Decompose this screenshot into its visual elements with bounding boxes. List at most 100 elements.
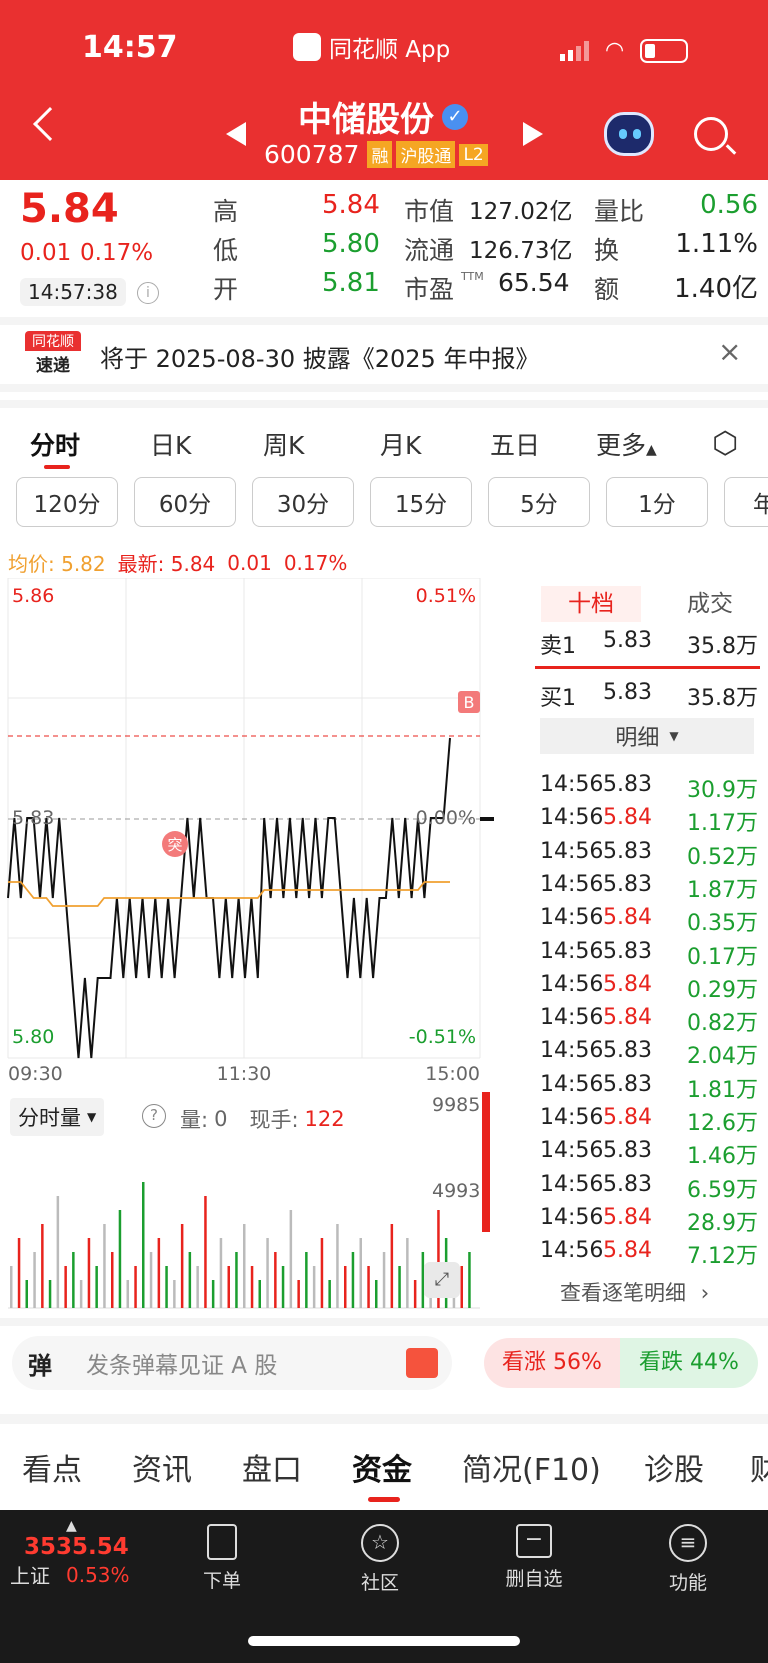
gift-icon[interactable]: [406, 1348, 438, 1378]
volume-bar: [336, 1224, 339, 1308]
price-chart[interactable]: 5.86 5.83 5.80 0.51% 0.00% -0.51% B 突 09…: [0, 578, 536, 1088]
tab-f10[interactable]: 简况(F10): [462, 1445, 601, 1489]
tab-daily-k[interactable]: 日K: [150, 426, 191, 462]
tab-diagnosis[interactable]: 诊股: [644, 1445, 704, 1489]
barrage-bar: 弹 发条弹幕见证 A 股 看涨 56% 看跌 44%: [0, 1318, 768, 1414]
breakout-marker[interactable]: 突: [162, 831, 188, 857]
search-icon[interactable]: [694, 117, 737, 155]
tab-finance[interactable]: 财: [750, 1445, 768, 1489]
wifi-icon: ◠: [605, 38, 625, 63]
pill-30min[interactable]: 30分: [252, 477, 354, 527]
trade-row: 14:56 5.83 30.9万: [540, 772, 758, 803]
next-stock-icon[interactable]: [523, 122, 543, 146]
pe-label: 市盈: [404, 275, 455, 304]
stock-name: 中储股份: [298, 100, 434, 140]
robot-assistant-icon[interactable]: [604, 112, 654, 156]
pill-5min[interactable]: 5分: [488, 477, 590, 527]
tab-monthly-k[interactable]: 月K: [380, 426, 421, 462]
tab-more[interactable]: 更多▲: [596, 426, 657, 462]
volume-ratio-value: 0.56: [700, 190, 758, 220]
tab-order-book[interactable]: 盘口: [242, 1445, 302, 1489]
volume-bar: [41, 1224, 44, 1308]
tab-highlights[interactable]: 看点: [22, 1445, 82, 1489]
nav-remove-watchlist[interactable]: − 删自选: [474, 1510, 594, 1591]
tab-ten-levels[interactable]: 十档: [541, 586, 641, 622]
trade-row: 14:56 5.84 0.82万: [540, 1005, 758, 1037]
volume-bar: [87, 1238, 91, 1308]
volume-bar: [274, 1252, 277, 1308]
document-icon: [207, 1524, 237, 1560]
volume-bar: [406, 1238, 409, 1308]
pill-60min[interactable]: 60分: [134, 477, 236, 527]
trade-row: 14:56 5.83 6.59万: [540, 1171, 758, 1203]
volume-bar: [398, 1266, 401, 1308]
volume-bar: [258, 1280, 261, 1308]
volume-bar: [196, 1266, 199, 1308]
latest-change: 0.01: [227, 550, 272, 575]
detail-dropdown[interactable]: 明细 ▼: [540, 718, 754, 754]
view-all-trades[interactable]: 查看逐笔明细 ›: [560, 1277, 709, 1307]
app-label: 同花顺 App: [293, 30, 450, 64]
settings-hex-icon[interactable]: ⬡: [712, 426, 738, 461]
tab-weekly-k[interactable]: 周K: [263, 426, 304, 462]
volume-bar: [48, 1280, 52, 1308]
trade-row: 14:56 5.84 1.17万: [540, 805, 758, 837]
volume-bar: [219, 1238, 223, 1308]
stock-title: 中储股份 ✓: [298, 92, 468, 141]
volume-bar: [25, 1280, 28, 1308]
mcap-label: 市值: [404, 197, 455, 226]
float-value: 126.73亿: [469, 238, 573, 264]
tab-news[interactable]: 资讯: [132, 1445, 192, 1489]
volume-bar: [149, 1252, 153, 1308]
buy-marker[interactable]: B: [458, 691, 480, 713]
barrage-input[interactable]: 弹 发条弹幕见证 A 股: [12, 1336, 452, 1390]
app-icon: [293, 33, 321, 61]
expand-icon[interactable]: ⤢: [424, 1262, 460, 1298]
pill-120min[interactable]: 120分: [16, 477, 118, 527]
volume-bar: [266, 1238, 269, 1308]
volume-bar: [351, 1252, 355, 1308]
pill-15min[interactable]: 15分: [370, 477, 472, 527]
trade-row: 14:56 5.84 12.6万: [540, 1105, 758, 1136]
nav-order[interactable]: 下单: [162, 1510, 282, 1593]
nav-community[interactable]: ☆ 社区: [320, 1510, 440, 1595]
volume-bar: [33, 1252, 36, 1308]
tab-five-day[interactable]: 五日: [490, 426, 540, 462]
volume-bar: [142, 1182, 145, 1308]
pill-1min[interactable]: 1分: [606, 477, 708, 527]
tag-l2: L2: [459, 143, 488, 166]
quote-panel: 5.84 0.01 0.17% 14:57:38 i 高 5.84 低 5.80…: [0, 180, 768, 317]
info-icon[interactable]: i: [137, 282, 159, 304]
tab-capital[interactable]: 资金: [352, 1445, 412, 1489]
amount-value: 1.40亿: [674, 274, 758, 304]
tab-intraday[interactable]: 分时: [30, 426, 80, 462]
close-icon[interactable]: ×: [718, 335, 741, 368]
bullish-button[interactable]: 看涨 56%: [484, 1338, 620, 1388]
barrage-icon: 弹: [28, 1351, 52, 1380]
news-logo: 同花顺 速递: [25, 331, 81, 376]
high-value: 5.84: [322, 190, 380, 220]
trade-row: 14:56 5.83 1.46万: [540, 1138, 758, 1170]
y-tick-low: 5.80: [12, 1026, 54, 1048]
nav-functions[interactable]: ≡ 功能: [628, 1510, 748, 1595]
pill-year[interactable]: 年: [724, 477, 768, 527]
tab-deals[interactable]: 成交: [665, 586, 755, 622]
mcap-value: 127.02亿: [469, 199, 573, 225]
last-price: 5.84: [20, 186, 119, 232]
y-tick-mid: 5.83: [12, 807, 54, 829]
pe-sup: TTM: [461, 270, 484, 283]
volume-bar: [188, 1252, 192, 1308]
back-icon[interactable]: [33, 107, 67, 141]
volume-bar: [165, 1266, 168, 1308]
quote-time: 14:57:38: [20, 278, 126, 306]
latest-label: 最新: 5.84: [117, 552, 216, 576]
volume-bar: [134, 1266, 137, 1308]
index-ticker[interactable]: ▲ 3535.54 上证 0.53%: [10, 1518, 150, 1589]
news-banner[interactable]: 同花顺 速递 将于 2025-08-30 披露《2025 年中报》 ×: [0, 317, 768, 392]
volume-bar: [243, 1224, 246, 1308]
trade-row: 14:56 5.83 0.52万: [540, 838, 758, 870]
prev-stock-icon[interactable]: [226, 122, 246, 146]
volume-bar: [390, 1224, 394, 1308]
bearish-button[interactable]: 看跌 44%: [620, 1338, 758, 1388]
volume-bar: [297, 1280, 300, 1308]
